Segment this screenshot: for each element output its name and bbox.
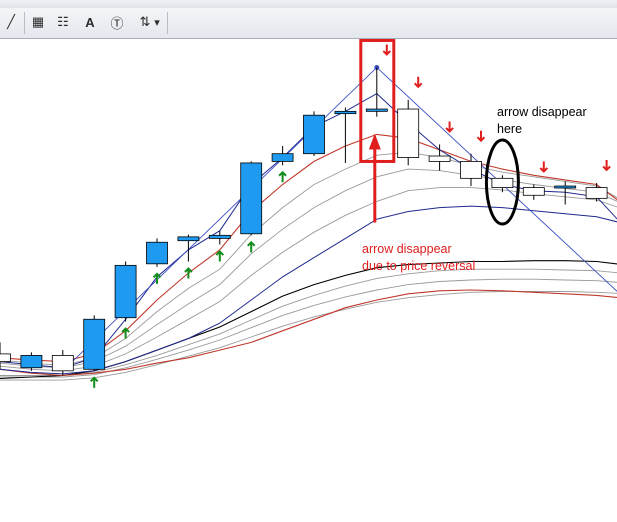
drawing-toolbar: ╱ ▦ ☷ A Ⓣ ⇅ ▾ <box>0 8 617 39</box>
candle-body <box>303 114 325 155</box>
here-annotation: arrow disappear here <box>497 104 587 138</box>
down-arrow-icon <box>413 76 423 89</box>
candle-body <box>491 177 514 188</box>
up-arrow-icon <box>246 240 256 253</box>
down-arrow-icon <box>445 121 454 133</box>
reversal-annotation: arrow disappear due to price reversal <box>362 241 475 275</box>
text-label-icon[interactable]: Ⓣ <box>106 11 128 33</box>
candle-body <box>83 318 106 370</box>
dropdown-icon[interactable]: ▾ <box>150 11 164 33</box>
here-note-line2: here <box>497 122 523 136</box>
candle-body <box>177 236 200 242</box>
candle-body <box>428 155 451 162</box>
candle-body <box>271 153 294 162</box>
candle-body <box>334 110 357 115</box>
up-arrow-icon <box>89 376 99 388</box>
toolbar-separator <box>24 12 25 34</box>
crosshair-icon[interactable]: ╱ <box>0 11 22 33</box>
candle-body <box>522 187 545 196</box>
fibonacci-fan-icon[interactable]: ☷ <box>52 11 74 33</box>
text-icon[interactable]: A <box>79 11 101 33</box>
here-note-line1: arrow disappear <box>497 105 587 119</box>
down-arrow-icon <box>476 130 486 143</box>
candle-body <box>554 185 577 189</box>
up-arrow-icon <box>121 327 130 339</box>
candle-body <box>0 353 11 362</box>
reversal-note-line1: arrow disappear <box>362 242 452 256</box>
down-arrow-icon <box>602 159 611 172</box>
candle-body <box>240 162 263 235</box>
up-arrow-icon <box>278 170 287 183</box>
up-arrow-icon <box>215 250 225 262</box>
candle-body <box>114 264 137 319</box>
toolbar-separator <box>167 12 168 34</box>
candle-body <box>146 241 168 265</box>
fibonacci-icon[interactable]: ▦ <box>27 11 49 33</box>
down-arrow-icon <box>539 161 549 173</box>
candle-body <box>20 355 43 369</box>
candle-body <box>460 161 482 179</box>
reversal-note-line2: due to price reversal <box>362 259 476 273</box>
pointer-arrowhead-icon <box>368 133 381 150</box>
candle-body <box>397 108 420 158</box>
annotation-shapes <box>359 39 520 226</box>
up-arrow-icon <box>184 267 193 279</box>
down-arrow-icon <box>382 44 392 56</box>
candle-body <box>585 187 608 199</box>
signal-arrows <box>89 44 611 388</box>
candle-body <box>208 234 231 239</box>
candle-body <box>51 355 74 372</box>
candle-body <box>365 108 388 112</box>
